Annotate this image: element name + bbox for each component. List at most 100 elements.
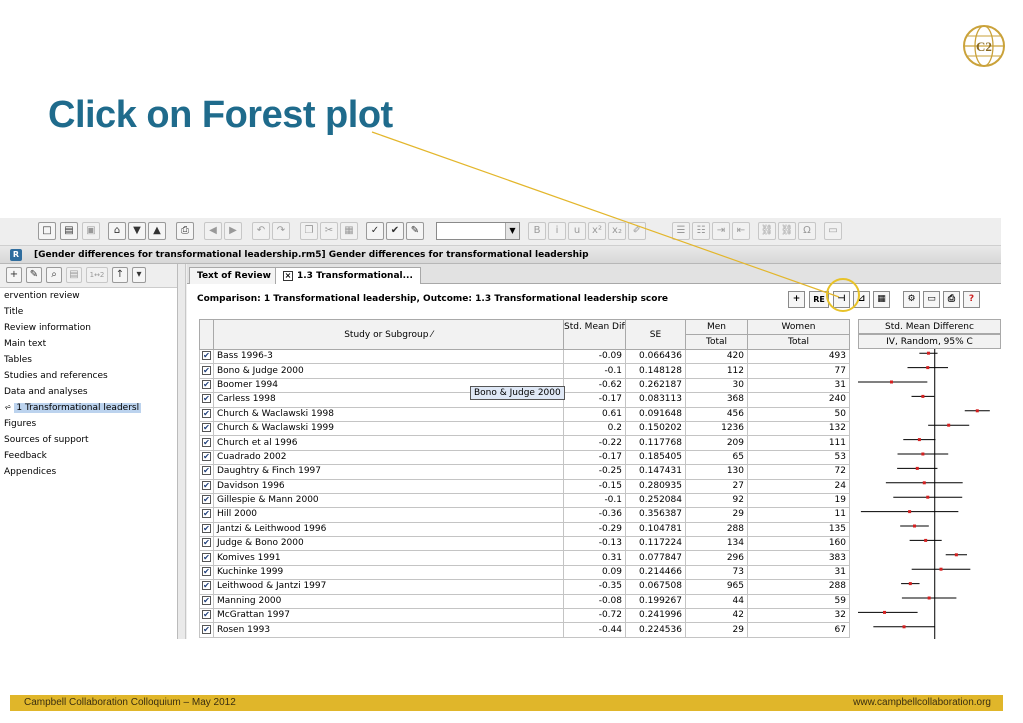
se-value[interactable]: 0.224536 [625,622,686,638]
row-checkbox[interactable]: ✔ [199,550,214,566]
table-row[interactable]: ✔ Davidson 1996 -0.15 0.280935 27 24 [199,479,850,494]
arrow-up-icon[interactable]: ▲ [148,222,166,240]
se-value[interactable]: 0.214466 [625,565,686,581]
women-total[interactable]: 50 [747,407,850,422]
se-value[interactable]: 0.280935 [625,479,686,494]
men-total[interactable]: 1236 [685,421,748,437]
row-checkbox[interactable]: ✔ [199,536,214,552]
smd-value[interactable]: -0.25 [563,464,626,480]
women-total[interactable]: 72 [747,464,850,480]
checkbox-checked-icon[interactable]: ✔ [202,538,211,548]
table-row[interactable]: ✔ Jantzi & Leithwood 1996 -0.29 0.104781 288… [199,522,850,538]
table-row[interactable]: ✔ Bono & Judge 2000 -0.1 0.148128 112 77 [199,363,850,379]
smd-value[interactable]: -0.29 [563,522,626,538]
table-row[interactable]: ✔ Cuadrado 2002 -0.17 0.185405 65 53 [199,450,850,466]
redo-icon[interactable]: ↷ [272,222,290,240]
close-icon[interactable]: × [283,271,293,281]
checkbox-checked-icon[interactable]: ✔ [202,624,211,634]
row-checkbox[interactable]: ✔ [199,363,214,379]
study-name[interactable]: Hill 2000 [213,507,564,523]
study-name[interactable]: McGrattan 1997 [213,608,564,624]
women-total[interactable]: 493 [747,349,850,365]
se-value[interactable]: 0.262187 [625,378,686,394]
checkbox-checked-icon[interactable]: ✔ [202,351,211,361]
study-name[interactable]: Jantzi & Leithwood 1996 [213,522,564,538]
study-name[interactable]: Rosen 1993 [213,622,564,638]
men-total[interactable]: 134 [685,536,748,552]
indent-icon[interactable]: ⇥ [712,222,730,240]
checkbox-checked-icon[interactable]: ✔ [202,466,211,476]
smd-value[interactable]: -0.44 [563,622,626,638]
se-value[interactable]: 0.147431 [625,464,686,480]
se-value[interactable]: 0.083113 [625,392,686,408]
underline-icon[interactable]: u [568,222,586,240]
table-row[interactable]: ✔ Leithwood & Jantzi 1997 -0.35 0.067508 965… [199,579,850,595]
chevron-down-icon[interactable]: ▼ [505,223,519,239]
outline-item[interactable]: Title [0,304,177,320]
checkbox-checked-icon[interactable]: ✔ [202,581,211,591]
checkbox-checked-icon[interactable]: ✔ [202,595,211,605]
women-total[interactable]: 31 [747,565,850,581]
notes-icon[interactable]: ▤ [66,267,82,283]
open-folder-icon[interactable]: ▤ [60,222,78,240]
smd-value[interactable]: -0.17 [563,392,626,408]
women-total[interactable]: 240 [747,392,850,408]
women-total[interactable]: 383 [747,550,850,566]
italic-icon[interactable]: i [548,222,566,240]
unlink-icon[interactable]: ⛓ [778,222,796,240]
add-study-icon[interactable]: + [788,291,805,308]
outline-item[interactable]: ervention review [0,288,177,304]
men-total[interactable]: 456 [685,407,748,422]
link-icon[interactable]: ⛓ [758,222,776,240]
settings-icon[interactable]: ⚙ [903,291,920,308]
outline-item[interactable]: ⩫ 1 Transformational leadersl [0,400,177,416]
men-total[interactable]: 42 [685,608,748,624]
print-icon[interactable]: ⎙ [176,222,194,240]
properties-icon[interactable]: ✎ [26,267,42,283]
smd-value[interactable]: -0.72 [563,608,626,624]
men-total[interactable]: 65 [685,450,748,466]
back-icon[interactable]: ◀ [204,222,222,240]
row-checkbox[interactable]: ✔ [199,407,214,422]
numbered-list-icon[interactable]: ☷ [692,222,710,240]
men-total[interactable]: 288 [685,522,748,538]
row-checkbox[interactable]: ✔ [199,579,214,595]
smd-value[interactable]: -0.1 [563,363,626,379]
tab-analysis[interactable]: × 1.3 Transformational... [275,267,421,284]
checkbox-checked-icon[interactable]: ✔ [202,451,211,461]
outline-item[interactable]: Figures [0,416,177,432]
superscript-icon[interactable]: x² [588,222,606,240]
men-total[interactable]: 112 [685,363,748,379]
se-value[interactable]: 0.117768 [625,435,686,451]
study-name[interactable]: Komives 1991 [213,550,564,566]
study-name[interactable]: Davidson 1996 [213,479,564,494]
paste-icon[interactable]: ▦ [340,222,358,240]
outline-item[interactable]: Review information [0,320,177,336]
edit-icon[interactable]: ✎ [406,222,424,240]
checkbox-checked-icon[interactable]: ✔ [202,437,211,447]
men-total[interactable]: 296 [685,550,748,566]
smd-value[interactable]: -0.1 [563,493,626,509]
checkbox-checked-icon[interactable]: ✔ [202,610,211,620]
spellcheck-icon[interactable]: ✓ [366,222,384,240]
men-total[interactable]: 209 [685,435,748,451]
checkbox-checked-icon[interactable]: ✔ [202,365,211,375]
se-value[interactable]: 0.356387 [625,507,686,523]
se-value[interactable]: 0.104781 [625,522,686,538]
bullet-list-icon[interactable]: ☰ [672,222,690,240]
women-total[interactable]: 11 [747,507,850,523]
se-value[interactable]: 0.199267 [625,594,686,610]
row-checkbox[interactable]: ✔ [199,435,214,451]
print-icon[interactable]: ⎙ [943,291,960,308]
move-up-icon[interactable]: ↑ [112,267,128,283]
women-total[interactable]: 67 [747,622,850,638]
outline-item[interactable]: Data and analyses [0,384,177,400]
checkbox-checked-icon[interactable]: ✔ [202,480,211,490]
tab-text-of-review[interactable]: Text of Review [189,267,279,284]
men-total[interactable]: 29 [685,507,748,523]
women-total[interactable]: 77 [747,363,850,379]
table-row[interactable]: ✔ Church & Waclawski 1999 0.2 0.150202 1236 1… [199,421,850,437]
outline-item[interactable]: Sources of support [0,432,177,448]
row-checkbox[interactable]: ✔ [199,392,214,408]
style-select[interactable]: ▼ [436,222,520,240]
